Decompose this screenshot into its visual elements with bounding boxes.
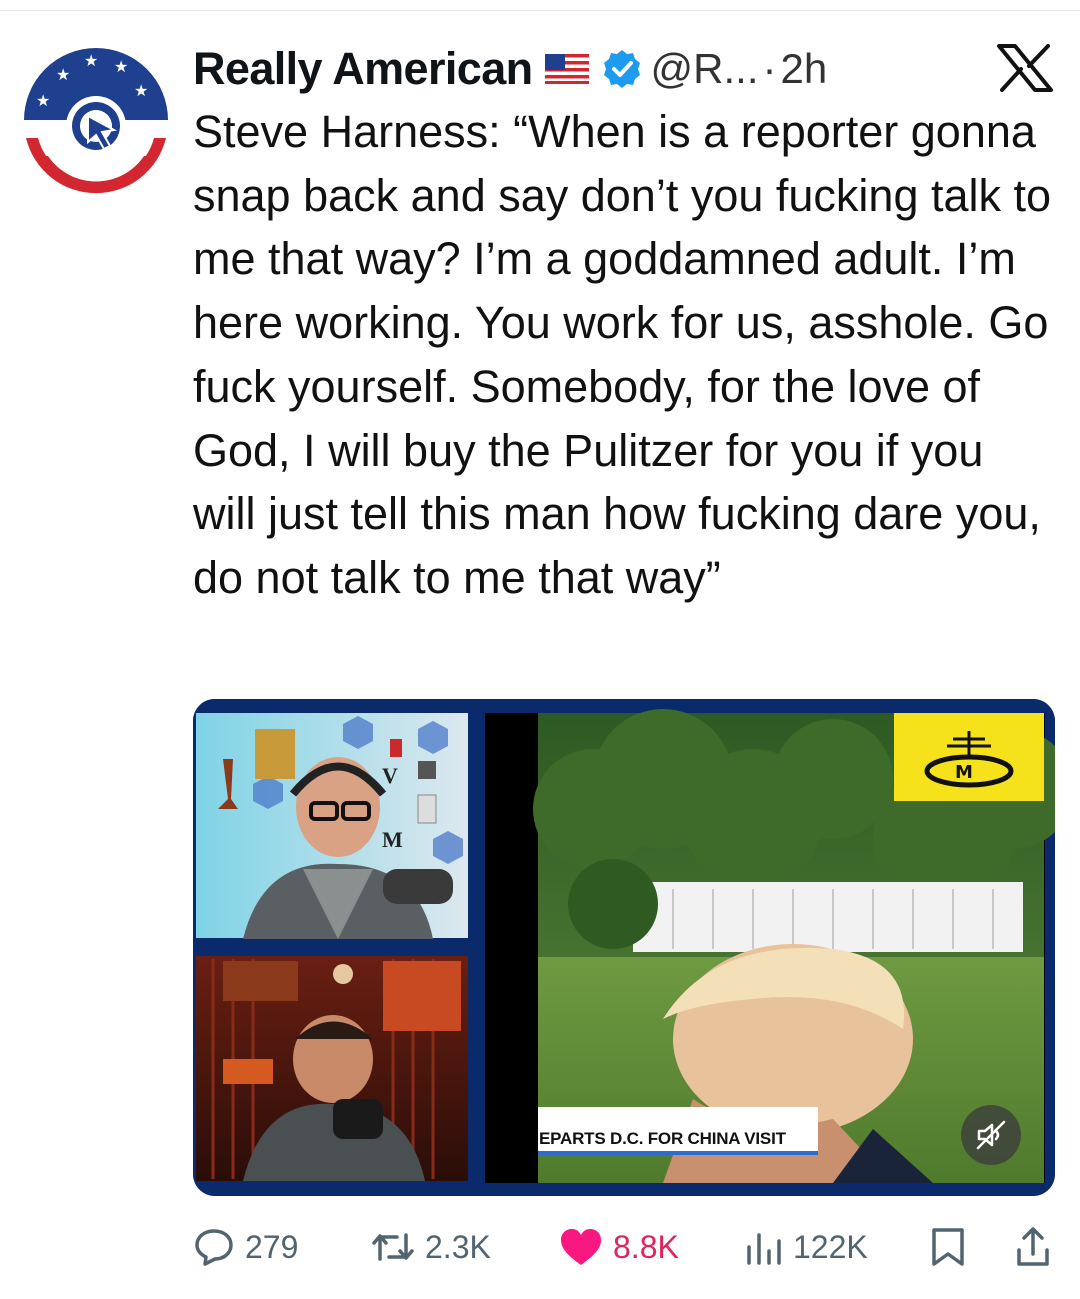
- tweet-timestamp[interactable]: 2h: [781, 45, 828, 93]
- studio-sign-letter-m: M: [382, 827, 403, 852]
- bookmark-icon: [932, 1228, 964, 1266]
- account-avatar[interactable]: ★ ★ ★ ★ ★: [22, 46, 170, 194]
- share-button[interactable]: [1015, 1222, 1051, 1272]
- svg-text:★: ★: [134, 81, 148, 100]
- svg-text:★: ★: [84, 51, 98, 70]
- reply-count: 279: [245, 1228, 299, 1265]
- muted-speaker-icon[interactable]: [961, 1105, 1021, 1165]
- svg-text:★: ★: [114, 57, 128, 76]
- views-chart-icon: [747, 1233, 781, 1265]
- tweet-text: Steve Harness: “When is a reporter gonna…: [193, 106, 1052, 603]
- svg-text:★: ★: [36, 91, 50, 110]
- svg-text:M: M: [955, 762, 973, 783]
- video-frame: M: [193, 699, 1055, 1196]
- reply-button[interactable]: 279: [193, 1222, 298, 1272]
- repost-button[interactable]: 2.3K: [371, 1222, 491, 1272]
- repost-count: 2.3K: [425, 1228, 491, 1265]
- top-divider: [0, 10, 1080, 11]
- account-handle[interactable]: @R...: [651, 45, 759, 93]
- reply-icon: [195, 1229, 233, 1266]
- bookmark-button[interactable]: [930, 1222, 966, 1272]
- x-logo-icon: [997, 44, 1053, 92]
- us-flag-icon: [544, 54, 589, 84]
- repost-icon: [372, 1233, 414, 1261]
- studio-sign-letter-v: V: [382, 763, 398, 788]
- like-count: 8.8K: [613, 1228, 679, 1265]
- account-name[interactable]: Really American: [193, 43, 533, 95]
- tweet-action-bar: 279 2.3K 8.8K 122K: [193, 1222, 1055, 1272]
- tweet-video[interactable]: M V M EPARTS D.C. FOR CHINA VISIT: [193, 699, 1055, 1196]
- share-icon: [1017, 1227, 1049, 1266]
- view-count: 122K: [793, 1228, 868, 1265]
- news-ticker-text: EPARTS D.C. FOR CHINA VISIT: [539, 1129, 786, 1148]
- heart-icon: [561, 1229, 601, 1265]
- like-button[interactable]: 8.8K: [559, 1222, 679, 1272]
- verified-badge-icon: [601, 48, 643, 90]
- tweet-header: Really American @R... · 2h: [193, 38, 827, 100]
- svg-text:★: ★: [56, 65, 70, 84]
- really-american-logo-icon: ★ ★ ★ ★ ★: [24, 48, 168, 194]
- separator-dot: ·: [762, 45, 777, 92]
- views-button[interactable]: 122K: [745, 1222, 868, 1272]
